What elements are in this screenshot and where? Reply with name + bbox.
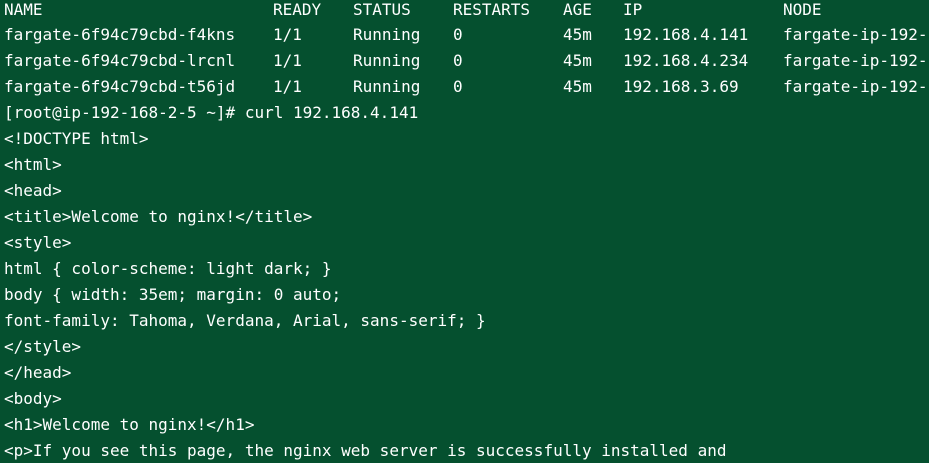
header-ip: IP	[623, 0, 643, 19]
output-line: <style>	[4, 233, 72, 252]
pod-node: fargate-ip-192-	[783, 51, 928, 70]
pod-ip: 192.168.4.234	[623, 51, 749, 70]
pod-status: Running	[353, 25, 421, 44]
output-line: <body>	[4, 389, 62, 408]
pod-status: Running	[353, 51, 421, 70]
pod-name: fargate-6f94c79cbd-f4kns	[4, 25, 236, 44]
output-line: <title>Welcome to nginx!</title>	[4, 207, 313, 226]
shell-command-line: [root@ip-192-168-2-5 ~]# curl 192.168.4.…	[4, 103, 419, 122]
pod-ready: 1/1	[273, 25, 302, 44]
output-line: <!DOCTYPE html>	[4, 129, 149, 148]
output-line: <h1>Welcome to nginx!</h1>	[4, 415, 255, 434]
header-age: AGE	[563, 0, 592, 19]
pod-age: 45m	[563, 77, 592, 96]
pod-ip: 192.168.3.69	[623, 77, 739, 96]
pod-name: fargate-6f94c79cbd-t56jd	[4, 77, 236, 96]
pod-age: 45m	[563, 25, 592, 44]
header-restarts: RESTARTS	[453, 0, 531, 19]
output-line: </head>	[4, 363, 72, 382]
pod-ready: 1/1	[273, 51, 302, 70]
pod-row: fargate-6f94c79cbd-f4kns 1/1 Running 0 4…	[4, 22, 928, 48]
header-name: NAME	[4, 0, 43, 19]
pod-restarts: 0	[453, 51, 463, 70]
output-line: <head>	[4, 181, 62, 200]
pod-row: fargate-6f94c79cbd-lrcnl 1/1 Running 0 4…	[4, 48, 928, 74]
pod-table-header: NAME READY STATUS RESTARTS AGE IP NODE	[4, 0, 822, 23]
pod-restarts: 0	[453, 77, 463, 96]
pod-row: fargate-6f94c79cbd-t56jd 1/1 Running 0 4…	[4, 74, 928, 100]
pod-ip: 192.168.4.141	[623, 25, 749, 44]
header-node: NODE	[783, 0, 822, 19]
output-line: font-family: Tahoma, Verdana, Arial, san…	[4, 311, 486, 330]
output-line: html { color-scheme: light dark; }	[4, 259, 332, 278]
pod-name: fargate-6f94c79cbd-lrcnl	[4, 51, 236, 70]
output-line: <html>	[4, 155, 62, 174]
pod-node: fargate-ip-192-	[783, 25, 928, 44]
output-line: body { width: 35em; margin: 0 auto;	[4, 285, 342, 304]
pod-status: Running	[353, 77, 421, 96]
pod-restarts: 0	[453, 25, 463, 44]
pod-age: 45m	[563, 51, 592, 70]
header-status: STATUS	[353, 0, 411, 19]
output-line: </style>	[4, 337, 82, 356]
header-ready: READY	[273, 0, 322, 19]
pod-node: fargate-ip-192-	[783, 77, 928, 96]
pod-ready: 1/1	[273, 77, 302, 96]
terminal-window[interactable]: NAME READY STATUS RESTARTS AGE IP NODE f…	[0, 0, 929, 463]
output-line: <p>If you see this page, the nginx web s…	[4, 441, 727, 460]
